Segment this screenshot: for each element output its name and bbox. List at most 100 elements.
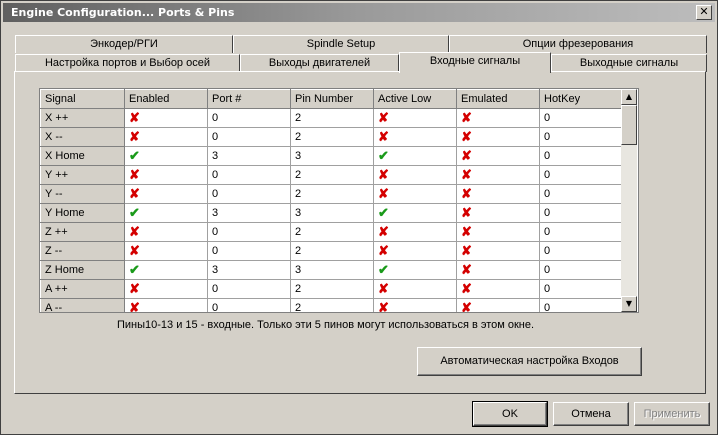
tab-motor-outputs[interactable]: Выходы двигателей bbox=[240, 54, 399, 72]
active-low-cell[interactable]: ✘ bbox=[373, 184, 457, 204]
table-row[interactable]: X Home ✔ 3 3 ✔ ✘ 0 bbox=[40, 146, 622, 166]
active-low-cell[interactable]: ✔ bbox=[373, 146, 457, 166]
active-low-cell[interactable]: ✘ bbox=[373, 108, 457, 128]
port-cell[interactable]: 0 bbox=[207, 241, 291, 261]
tab-input-signals[interactable]: Входные сигналы bbox=[399, 52, 551, 73]
pin-number-cell[interactable]: 2 bbox=[290, 108, 374, 128]
signal-name-cell[interactable]: X -- bbox=[40, 127, 125, 147]
pin-number-cell[interactable]: 3 bbox=[290, 203, 374, 223]
emulated-cell[interactable]: ✘ bbox=[456, 108, 540, 128]
pin-number-cell[interactable]: 2 bbox=[290, 298, 374, 312]
port-cell[interactable]: 3 bbox=[207, 260, 291, 280]
port-cell[interactable]: 3 bbox=[207, 203, 291, 223]
emulated-cell[interactable]: ✘ bbox=[456, 260, 540, 280]
enabled-cell[interactable]: ✘ bbox=[124, 241, 208, 261]
pin-number-cell[interactable]: 3 bbox=[290, 146, 374, 166]
enabled-cell[interactable]: ✘ bbox=[124, 165, 208, 185]
hotkey-cell[interactable]: 0 bbox=[539, 127, 622, 147]
enabled-cell[interactable]: ✘ bbox=[124, 298, 208, 312]
signal-name-cell[interactable]: X Home bbox=[40, 146, 125, 166]
ok-button[interactable]: OK bbox=[472, 401, 548, 427]
port-cell[interactable]: 0 bbox=[207, 184, 291, 204]
pin-number-cell[interactable]: 2 bbox=[290, 184, 374, 204]
hotkey-cell[interactable]: 0 bbox=[539, 241, 622, 261]
emulated-cell[interactable]: ✘ bbox=[456, 165, 540, 185]
active-low-cell[interactable]: ✔ bbox=[373, 203, 457, 223]
signal-name-cell[interactable]: Z Home bbox=[40, 260, 125, 280]
enabled-cell[interactable]: ✔ bbox=[124, 260, 208, 280]
tab-spindle-setup[interactable]: Spindle Setup bbox=[233, 35, 449, 53]
hotkey-cell[interactable]: 0 bbox=[539, 279, 622, 299]
scroll-up-icon[interactable]: ▲ bbox=[621, 89, 637, 105]
pin-number-cell[interactable]: 2 bbox=[290, 222, 374, 242]
enabled-cell[interactable]: ✘ bbox=[124, 279, 208, 299]
active-low-cell[interactable]: ✘ bbox=[373, 222, 457, 242]
pin-number-cell[interactable]: 2 bbox=[290, 241, 374, 261]
hotkey-cell[interactable]: 0 bbox=[539, 203, 622, 223]
port-cell[interactable]: 3 bbox=[207, 146, 291, 166]
enabled-cell[interactable]: ✘ bbox=[124, 222, 208, 242]
signal-name-cell[interactable]: X ++ bbox=[40, 108, 125, 128]
active-low-cell[interactable]: ✘ bbox=[373, 165, 457, 185]
scroll-down-icon[interactable]: ▼ bbox=[621, 296, 637, 312]
hotkey-cell[interactable]: 0 bbox=[539, 184, 622, 204]
hotkey-cell[interactable]: 0 bbox=[539, 222, 622, 242]
port-cell[interactable]: 0 bbox=[207, 127, 291, 147]
pin-number-cell[interactable]: 2 bbox=[290, 279, 374, 299]
signal-name-cell[interactable]: A -- bbox=[40, 298, 125, 312]
table-row[interactable]: A ++ ✘ 0 2 ✘ ✘ 0 bbox=[40, 279, 622, 299]
emulated-cell[interactable]: ✘ bbox=[456, 241, 540, 261]
close-icon[interactable]: ✕ bbox=[696, 5, 712, 20]
table-row[interactable]: Y ++ ✘ 0 2 ✘ ✘ 0 bbox=[40, 165, 622, 185]
port-cell[interactable]: 0 bbox=[207, 279, 291, 299]
emulated-cell[interactable]: ✘ bbox=[456, 222, 540, 242]
enabled-cell[interactable]: ✘ bbox=[124, 108, 208, 128]
active-low-cell[interactable]: ✘ bbox=[373, 127, 457, 147]
input-signals-grid[interactable]: Signal Enabled Port # Pin Number Active Low E… bbox=[39, 88, 639, 313]
scroll-thumb[interactable] bbox=[621, 105, 637, 145]
port-cell[interactable]: 0 bbox=[207, 222, 291, 242]
signal-name-cell[interactable]: Z ++ bbox=[40, 222, 125, 242]
active-low-cell[interactable]: ✘ bbox=[373, 241, 457, 261]
apply-button[interactable]: Применить bbox=[634, 402, 710, 426]
pin-number-cell[interactable]: 3 bbox=[290, 260, 374, 280]
tab-port-setup[interactable]: Настройка портов и Выбор осей bbox=[15, 54, 240, 72]
hotkey-cell[interactable]: 0 bbox=[539, 260, 622, 280]
port-cell[interactable]: 0 bbox=[207, 298, 291, 312]
tab-output-signals[interactable]: Выходные сигналы bbox=[551, 54, 707, 72]
vertical-scrollbar[interactable]: ▲ ▼ bbox=[621, 89, 637, 312]
table-row[interactable]: Y Home ✔ 3 3 ✔ ✘ 0 bbox=[40, 203, 622, 223]
title-bar[interactable]: Engine Configuration... Ports & Pins ✕ bbox=[3, 3, 715, 22]
emulated-cell[interactable]: ✘ bbox=[456, 127, 540, 147]
hotkey-cell[interactable]: 0 bbox=[539, 108, 622, 128]
enabled-cell[interactable]: ✔ bbox=[124, 146, 208, 166]
signal-name-cell[interactable]: A ++ bbox=[40, 279, 125, 299]
emulated-cell[interactable]: ✘ bbox=[456, 279, 540, 299]
enabled-cell[interactable]: ✘ bbox=[124, 127, 208, 147]
active-low-cell[interactable]: ✘ bbox=[373, 298, 457, 312]
table-row[interactable]: Z ++ ✘ 0 2 ✘ ✘ 0 bbox=[40, 222, 622, 242]
table-row[interactable]: Z Home ✔ 3 3 ✔ ✘ 0 bbox=[40, 260, 622, 280]
signal-name-cell[interactable]: Y Home bbox=[40, 203, 125, 223]
table-row[interactable]: X -- ✘ 0 2 ✘ ✘ 0 bbox=[40, 127, 622, 147]
cancel-button[interactable]: Отмена bbox=[553, 402, 629, 426]
port-cell[interactable]: 0 bbox=[207, 165, 291, 185]
port-cell[interactable]: 0 bbox=[207, 108, 291, 128]
active-low-cell[interactable]: ✔ bbox=[373, 260, 457, 280]
table-row[interactable]: Y -- ✘ 0 2 ✘ ✘ 0 bbox=[40, 184, 622, 204]
hotkey-cell[interactable]: 0 bbox=[539, 298, 622, 312]
emulated-cell[interactable]: ✘ bbox=[456, 184, 540, 204]
hotkey-cell[interactable]: 0 bbox=[539, 146, 622, 166]
table-row[interactable]: Z -- ✘ 0 2 ✘ ✘ 0 bbox=[40, 241, 622, 261]
signal-name-cell[interactable]: Y -- bbox=[40, 184, 125, 204]
tab-encoder[interactable]: Энкодер/РГИ bbox=[15, 35, 233, 53]
pin-number-cell[interactable]: 2 bbox=[290, 165, 374, 185]
table-row[interactable]: A -- ✘ 0 2 ✘ ✘ 0 bbox=[40, 298, 622, 312]
active-low-cell[interactable]: ✘ bbox=[373, 279, 457, 299]
hotkey-cell[interactable]: 0 bbox=[539, 165, 622, 185]
emulated-cell[interactable]: ✘ bbox=[456, 203, 540, 223]
auto-config-inputs-button[interactable]: Автоматическая настройка Входов bbox=[417, 347, 642, 376]
emulated-cell[interactable]: ✘ bbox=[456, 146, 540, 166]
emulated-cell[interactable]: ✘ bbox=[456, 298, 540, 312]
tab-mill-options[interactable]: Опции фрезерования bbox=[449, 35, 707, 53]
